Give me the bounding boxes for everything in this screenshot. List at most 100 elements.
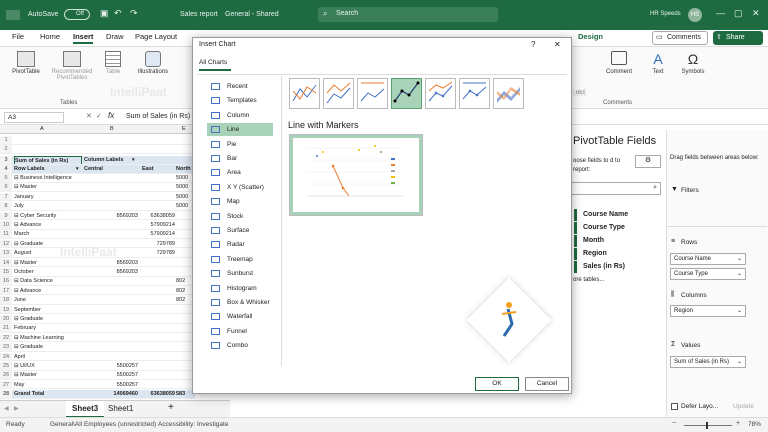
percent-stacked-line-subtype[interactable] <box>357 78 388 109</box>
save-icon[interactable]: ▣ <box>100 8 109 19</box>
table-row[interactable]: 10 ⊟ Advance 57909214 <box>0 221 195 230</box>
comment-button[interactable]: Comment <box>600 51 638 75</box>
row-label[interactable]: June <box>14 296 82 304</box>
line-subtype[interactable] <box>289 78 320 109</box>
zoom-thumb[interactable] <box>706 422 708 429</box>
share-button[interactable]: ⇪ Share <box>713 31 763 45</box>
table-row[interactable]: 22 ⊟ Machine Learning <box>0 333 195 343</box>
chart-type-pie[interactable]: Pie <box>207 138 273 151</box>
enter-icon[interactable]: ✓ <box>96 112 102 120</box>
chevron-down-icon[interactable]: ⌄ <box>737 269 742 280</box>
row-label[interactable]: May <box>14 381 82 389</box>
chart-type-treemap[interactable]: Treemap <box>207 253 273 266</box>
table-row[interactable]: 1 <box>0 136 195 145</box>
field-item[interactable]: Course Type <box>574 222 660 234</box>
row-label[interactable]: ⊟ Advance <box>14 287 82 295</box>
table-row[interactable]: 28 Grand Total 14069460 63638059 583 <box>0 390 195 399</box>
chart-type-area[interactable]: Area <box>207 166 273 179</box>
text-button[interactable]: A Text <box>645 51 671 75</box>
chart-type-line[interactable]: Line <box>207 123 273 137</box>
chart-type-surface[interactable]: Surface <box>207 224 273 237</box>
sensitivity-status[interactable]: General\All Employees (unrestricted) <box>50 421 156 428</box>
east-value[interactable]: 729789 <box>140 240 175 248</box>
table-row[interactable]: 11 March 57909214 <box>0 230 195 239</box>
help-icon[interactable]: ? <box>531 40 535 49</box>
table-row[interactable]: 20 ⊟ Graduate <box>0 315 195 324</box>
east-value[interactable]: 63638059 <box>140 212 175 220</box>
col-a-header[interactable]: A <box>40 125 44 134</box>
row-area-item[interactable]: Course Name ⌄ <box>670 253 746 265</box>
row-label[interactable]: ⊟ Business Intelligence <box>14 174 82 182</box>
row-label[interactable]: July <box>14 202 82 210</box>
prev-sheet-icon[interactable]: ◀ <box>4 405 9 412</box>
function-icon[interactable]: fx <box>108 111 114 120</box>
comments-button[interactable]: ▭ Comments <box>652 31 708 45</box>
tab-file[interactable]: File <box>12 32 24 41</box>
more-tables-link[interactable]: ore tables... <box>573 277 604 283</box>
chevron-down-icon[interactable]: ⌄ <box>737 306 742 317</box>
defer-checkbox[interactable] <box>671 403 678 410</box>
table-row[interactable]: 8 July 5000 <box>0 202 195 211</box>
row-label[interactable]: ⊟ Machine Learning <box>14 334 82 342</box>
row-label[interactable]: April <box>14 353 82 361</box>
percent-line-markers-subtype[interactable] <box>459 78 490 109</box>
add-sheet-button[interactable]: + <box>168 402 174 413</box>
row-labels-cell[interactable]: Row Labels <box>14 165 82 173</box>
central-value[interactable]: 8569203 <box>82 268 138 276</box>
row-label[interactable]: ⊟ Master <box>14 371 82 379</box>
row-label[interactable]: ⊟ Data Science <box>14 277 82 285</box>
sensitivity-label[interactable]: General - Shared <box>225 11 279 18</box>
symbols-button[interactable]: Ω Symbols <box>676 51 710 75</box>
chart-type-x-y-scatter-[interactable]: X Y (Scatter) <box>207 181 273 194</box>
column-labels-cell[interactable]: Column Labels <box>84 156 123 164</box>
table-row[interactable]: 24 April <box>0 352 195 362</box>
stacked-line-subtype[interactable] <box>323 78 354 109</box>
table-row[interactable]: 7 January 5000 <box>0 192 195 202</box>
row-area-item[interactable]: Course Type ⌄ <box>670 268 746 280</box>
central-value[interactable]: 8569203 <box>82 259 138 267</box>
central-value[interactable]: 8569203 <box>82 212 138 220</box>
chart-type-recent[interactable]: Recent <box>207 80 273 93</box>
field-item[interactable]: Month <box>574 235 660 247</box>
chart-type-histogram[interactable]: Histogram <box>207 282 273 295</box>
table-row[interactable]: 15 October 8569203 <box>0 268 195 277</box>
chart-type-map[interactable]: Map <box>207 195 273 208</box>
central-value[interactable]: 14069460 <box>82 390 138 398</box>
formula-input[interactable]: Sum of Sales (in Rs) <box>126 113 190 120</box>
tab-home[interactable]: Home <box>40 32 60 41</box>
table-row[interactable]: 9 ⊟ Cyber Security 8569203 63638059 <box>0 211 195 221</box>
tab-insert[interactable]: Insert <box>73 32 94 44</box>
tab-draw[interactable]: Draw <box>106 32 124 41</box>
table-row[interactable]: 19 September <box>0 305 195 315</box>
field-item[interactable]: Course Name <box>574 209 660 221</box>
chart-type-bar[interactable]: Bar <box>207 152 273 165</box>
row-label[interactable]: January <box>14 193 82 201</box>
row-label[interactable]: Grand Total <box>14 390 82 398</box>
minimize-icon[interactable]: — <box>716 8 725 18</box>
pivot-subheader-row[interactable]: 4 Row Labels ▾ Central East North <box>0 165 195 174</box>
table-row[interactable]: 6 ⊟ Master 5000 <box>0 183 195 192</box>
ok-button[interactable]: OK <box>475 377 519 391</box>
row-label[interactable]: ⊟ Master <box>14 183 82 191</box>
row-label[interactable]: February <box>14 324 82 332</box>
table-row[interactable]: 18 June 802 <box>0 296 195 305</box>
recommended-pivottables-button[interactable]: Recommended PivotTables <box>48 51 96 81</box>
chevron-down-icon[interactable]: ⌄ <box>737 254 742 265</box>
col-area-item[interactable]: Region ⌄ <box>670 305 746 317</box>
close-window-icon[interactable]: ✕ <box>752 8 760 19</box>
row-label[interactable]: October <box>14 268 82 276</box>
row-label[interactable]: ⊟ Advance <box>14 221 82 229</box>
chart-type-templates[interactable]: Templates <box>207 94 273 107</box>
stacked-line-markers-subtype[interactable] <box>425 78 456 109</box>
chart-type-funnel[interactable]: Funnel <box>207 325 273 338</box>
tab-page-layout[interactable]: Page Layout <box>135 32 177 41</box>
cancel-icon[interactable]: ✕ <box>86 112 92 120</box>
col-e-header[interactable]: E <box>182 125 186 134</box>
col-b-header[interactable]: B <box>110 125 114 134</box>
chart-type-sunburst[interactable]: Sunburst <box>207 267 273 280</box>
row-label[interactable]: ⊟ Cyber Security <box>14 212 82 220</box>
chevron-down-icon[interactable]: ⌄ <box>737 357 742 368</box>
maximize-icon[interactable]: ▢ <box>734 8 743 19</box>
row-label[interactable]: ⊟ UI/UX <box>14 362 82 370</box>
table-row[interactable]: 16 ⊟ Data Science 802 <box>0 277 195 286</box>
